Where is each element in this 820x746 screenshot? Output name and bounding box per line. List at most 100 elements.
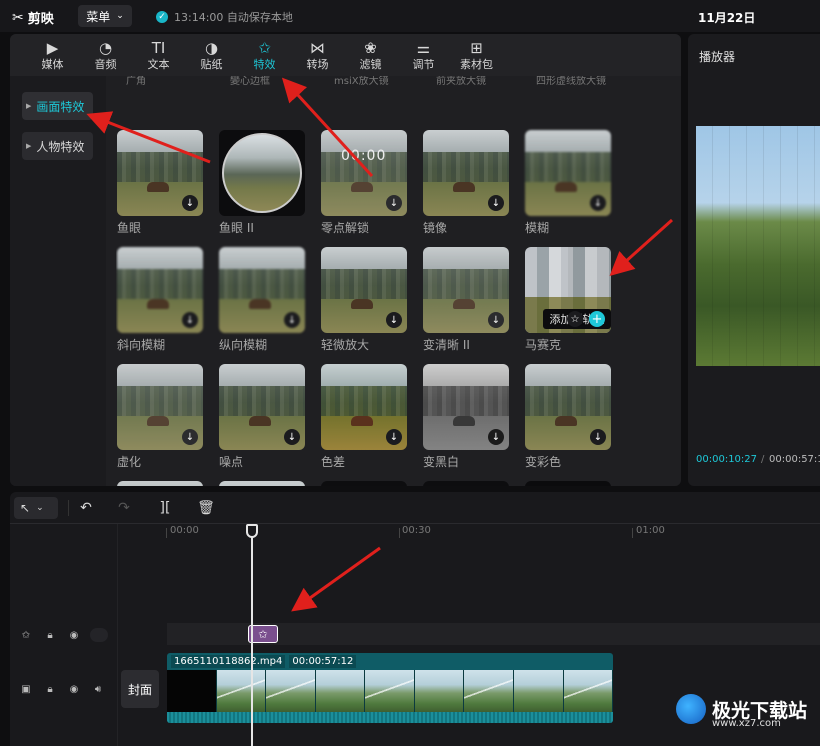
download-icon[interactable]: ↓ <box>386 429 402 445</box>
download-icon[interactable]: ↓ <box>182 312 198 328</box>
undo-button[interactable]: ↶ <box>76 498 96 518</box>
effect-card-defocus[interactable]: ↓ 虚化 <box>117 364 205 469</box>
project-date: 11月22日 <box>698 11 756 25</box>
thumbnail-art <box>117 152 203 182</box>
eye-icon[interactable]: ◉ <box>66 627 82 643</box>
effect-label: 虚化 <box>117 455 142 469</box>
effect-card-blur[interactable]: ↓ 模糊 <box>525 130 613 235</box>
effects-sidebar: ▶ 画面特效 ▶ 人物特效 <box>10 76 106 486</box>
video-preview[interactable] <box>696 126 820 366</box>
menu-button[interactable]: 菜单 ⌄ <box>78 5 132 27</box>
effect-card-fisheye-2[interactable]: 鱼眼 II <box>219 130 307 235</box>
effect-card-mirror[interactable]: ↓ 镜像 <box>423 130 511 235</box>
sticker-icon: ◑ <box>204 39 219 57</box>
thumbnail-art <box>351 182 373 192</box>
track-toggle[interactable] <box>90 628 108 642</box>
effect-thumbnail: ↓ <box>219 364 305 450</box>
effect-card-vertical-blur[interactable]: ↓ 纵向模糊 <box>219 247 307 352</box>
download-icon[interactable]: ↓ <box>590 195 606 211</box>
effect-card-colorize[interactable]: ↓ 变彩色 <box>525 364 613 469</box>
effect-card-partial[interactable] <box>525 481 613 486</box>
clip-frame <box>513 670 564 712</box>
category-toolbar: ▶ 媒体 ◔ 音频 TI 文本 ◑ 贴纸 ✩ 特效 ⋈ 转场 ❀ 滤镜 ⚌ 调节 ⊞ 素材包 <box>10 34 681 76</box>
effect-label: 变彩色 <box>525 455 562 469</box>
download-icon[interactable]: ↓ <box>386 195 402 211</box>
tab-media[interactable]: ▶ 媒体 <box>26 34 79 76</box>
tab-label: 贴纸 <box>200 58 223 71</box>
thumbnail-art <box>249 416 271 426</box>
effect-card-noise[interactable]: ↓ 噪点 <box>219 364 307 469</box>
download-icon[interactable]: ↓ <box>182 195 198 211</box>
select-tool-dropdown[interactable]: ↖ ⌄ <box>14 497 58 519</box>
lock-icon[interactable]: 🔒︎ <box>42 627 58 643</box>
effect-thumbnail <box>321 481 407 486</box>
effect-card-sharpen-2[interactable]: ↓ 变清晰 II <box>423 247 511 352</box>
effect-card-partial[interactable] <box>423 481 511 486</box>
download-icon[interactable]: ↓ <box>488 429 504 445</box>
add-to-track-button[interactable]: + <box>589 311 605 327</box>
tab-audio[interactable]: ◔ 音频 <box>79 34 132 76</box>
download-icon[interactable]: ↓ <box>488 312 504 328</box>
thumbnail-art <box>321 269 407 299</box>
track-header-column: ✩ 🔒︎ ◉ ▣ 🔒︎ ◉ 🔊︎ <box>10 524 118 746</box>
clip-frame <box>414 670 465 712</box>
eye-icon[interactable]: ◉ <box>66 681 82 697</box>
effect-card-black-white[interactable]: ↓ 变黑白 <box>423 364 511 469</box>
download-icon[interactable]: ↓ <box>182 429 198 445</box>
ruler-label: 00:00 <box>170 525 199 536</box>
text-icon: TI <box>151 39 166 57</box>
effect-card-partial[interactable] <box>321 481 409 486</box>
thumbnail-art <box>453 299 475 309</box>
download-icon[interactable]: ↓ <box>386 312 402 328</box>
tab-sticker[interactable]: ◑ 贴纸 <box>185 34 238 76</box>
time-ruler[interactable]: 00:00 00:30 01:00 <box>166 524 820 540</box>
effect-card-diagonal-blur[interactable]: ↓ 斜向模糊 <box>117 247 205 352</box>
tab-package[interactable]: ⊞ 素材包 <box>450 34 503 76</box>
check-icon: ✓ <box>156 11 168 23</box>
download-icon[interactable]: ↓ <box>284 429 300 445</box>
materials-panel: ▶ 媒体 ◔ 音频 TI 文本 ◑ 贴纸 ✩ 特效 ⋈ 转场 ❀ 滤镜 ⚌ 调节 ⊞ 素材包 ▶ … <box>10 34 681 486</box>
delete-button[interactable]: 🗑 <box>196 498 216 518</box>
effect-card-zero-unlock[interactable]: 00:00 ↓ 零点解锁 <box>321 130 409 235</box>
effect-thumbnail: ↓ <box>525 130 611 216</box>
download-icon[interactable]: ↓ <box>284 312 300 328</box>
effect-card-mosaic[interactable]: ☆ + 马赛克 <box>525 247 613 352</box>
video-clip[interactable]: 1665110118862.mp4 00:00:57:12 <box>167 653 613 723</box>
sidebar-item-screen-effects[interactable]: ▶ 画面特效 <box>22 92 93 120</box>
partial-label: 广角 <box>126 76 146 87</box>
thumbnail-art <box>525 386 611 416</box>
tab-filter[interactable]: ❀ 滤镜 <box>344 34 397 76</box>
effect-card-fisheye[interactable]: ↓ 鱼眼 <box>117 130 205 235</box>
effect-card-partial[interactable] <box>219 481 307 486</box>
lock-icon[interactable]: 🔒︎ <box>42 681 58 697</box>
tab-transition[interactable]: ⋈ 转场 <box>291 34 344 76</box>
effect-thumbnail: ↓ <box>117 364 203 450</box>
download-icon[interactable]: ↓ <box>590 429 606 445</box>
tab-adjust[interactable]: ⚌ 调节 <box>397 34 450 76</box>
effect-thumbnail: ↓ <box>423 247 509 333</box>
effect-card-slight-zoom[interactable]: ↓ 轻微放大 <box>321 247 409 352</box>
playhead-handle[interactable] <box>246 524 258 538</box>
favorite-star-icon[interactable]: ☆ <box>567 311 583 327</box>
effect-label: 模糊 <box>525 221 550 235</box>
thumbnail-art <box>423 152 509 182</box>
tab-text[interactable]: TI 文本 <box>132 34 185 76</box>
split-button[interactable]: ][ <box>155 498 175 518</box>
effect-card-chromatic[interactable]: ↓ 色差 <box>321 364 409 469</box>
sidebar-item-person-effects[interactable]: ▶ 人物特效 <box>22 132 93 160</box>
speaker-icon[interactable]: 🔊︎ <box>90 681 106 697</box>
tab-effects[interactable]: ✩ 特效 <box>238 34 291 76</box>
effect-card-partial[interactable] <box>117 481 205 486</box>
effect-label: 变黑白 <box>423 455 460 469</box>
cover-button[interactable]: 封面 <box>121 670 159 708</box>
effect-thumbnail <box>525 481 611 486</box>
tab-label: 音频 <box>94 58 117 71</box>
playhead[interactable] <box>251 526 253 746</box>
effect-thumbnail <box>117 481 203 486</box>
thumbnail-art <box>453 416 475 426</box>
current-time: 00:00:10:27 <box>696 454 758 465</box>
download-icon[interactable]: ↓ <box>488 195 504 211</box>
effect-thumbnail: ↓ <box>117 247 203 333</box>
redo-button[interactable]: ↷ <box>114 498 134 518</box>
effect-thumbnail: ↓ <box>117 130 203 216</box>
